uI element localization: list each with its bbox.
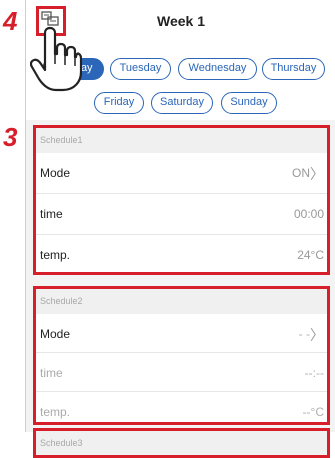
day-tab-saturday[interactable]: Saturday — [151, 92, 213, 114]
highlight-frame-schedule3 — [33, 428, 330, 458]
day-tab-wednesday[interactable]: Wednesday — [178, 58, 257, 80]
highlight-frame-schedule1 — [33, 125, 330, 275]
day-tab-tuesday[interactable]: Tuesday — [110, 58, 171, 80]
day-tab-sunday[interactable]: Sunday — [221, 92, 277, 114]
step-number-3: 3 — [3, 122, 18, 152]
highlight-frame-schedule2 — [33, 286, 330, 425]
step-number-4: 4 — [3, 6, 18, 36]
day-tab-friday[interactable]: Friday — [94, 92, 144, 114]
tap-hand-icon — [30, 26, 82, 92]
day-tab-thursday[interactable]: Thursday — [262, 58, 325, 80]
